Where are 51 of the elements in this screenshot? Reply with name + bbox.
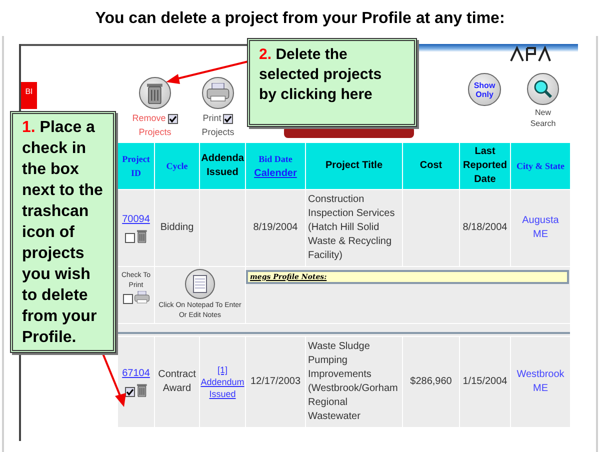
checkbox[interactable] [168, 114, 178, 124]
print-projects-button[interactable] [202, 77, 234, 109]
reported-date-text: 1/15/2004 [462, 376, 508, 387]
column-header: Project ID [121, 153, 151, 180]
callout: 2. Delete the selected projects by clicking here [247, 38, 417, 127]
checkbox[interactable] [125, 387, 136, 397]
callout: 1. Place a check in the box next to the trashcan icon of projects you wish to delete from your Profile. [10, 111, 116, 353]
project-title-text: Construction Inspection Services (Hatch Hill Solid Waste & Recycling Facility) [308, 194, 395, 261]
column-header: Project Title [324, 159, 384, 173]
cycle-text: Contract Award [158, 369, 196, 394]
checkbox[interactable] [125, 233, 136, 243]
new-search-label: New Search [529, 107, 557, 129]
trash-icon [147, 82, 163, 104]
show-only-button[interactable]: Show Only [468, 73, 501, 106]
checkbox[interactable] [122, 294, 132, 304]
page-title: You can delete a project from your Profile at any time: [94, 9, 506, 29]
notepad-icon [193, 275, 207, 293]
search-button[interactable] [527, 73, 559, 105]
bid-date-text: 12/17/2003 [250, 376, 301, 387]
column-header: Cycle [165, 160, 189, 173]
city-link[interactable]: Westbrook [511, 368, 570, 382]
cost-text: $286,960 [410, 376, 452, 387]
state-link[interactable]: ME [511, 228, 570, 242]
trash-icon [137, 229, 147, 243]
city-link[interactable]: Augusta [511, 214, 570, 228]
toolbar-label: Remove [132, 112, 166, 125]
checkbox[interactable] [223, 114, 234, 124]
toolbar-label: Projects [202, 126, 234, 139]
bid-date-text: 8/19/2004 [253, 222, 298, 233]
column-header: City & State [516, 160, 566, 173]
side-tab[interactable]: BI [21, 82, 37, 109]
printer-icon [134, 291, 150, 304]
calendar-link[interactable]: Calender [247, 166, 304, 180]
reported-date-text: 8/18/2004 [462, 222, 508, 233]
column-header: Last Reported Date [462, 145, 508, 187]
logo-drawing [509, 46, 551, 62]
project-id-link[interactable]: 67104 [118, 367, 154, 381]
column-header: Bid Date [258, 152, 294, 166]
project-id-link[interactable]: 70094 [118, 213, 154, 227]
remove-projects-button[interactable] [139, 77, 171, 109]
project-title-text: Waste Sludge Pumping Improvements (Westbrook/Gorham Regional Wastewater [308, 341, 398, 422]
trash-icon [137, 383, 147, 397]
column-header: Addenda Issued [201, 152, 244, 180]
search-icon [533, 79, 553, 99]
notepad-button[interactable] [185, 269, 215, 299]
state-link[interactable]: ME [511, 382, 570, 396]
toolbar-label: Print [202, 112, 222, 125]
printer-icon [206, 83, 230, 103]
cycle-text: Bidding [160, 222, 194, 233]
toolbar-label: Projects [138, 126, 172, 139]
column-header: Cost [418, 159, 444, 173]
